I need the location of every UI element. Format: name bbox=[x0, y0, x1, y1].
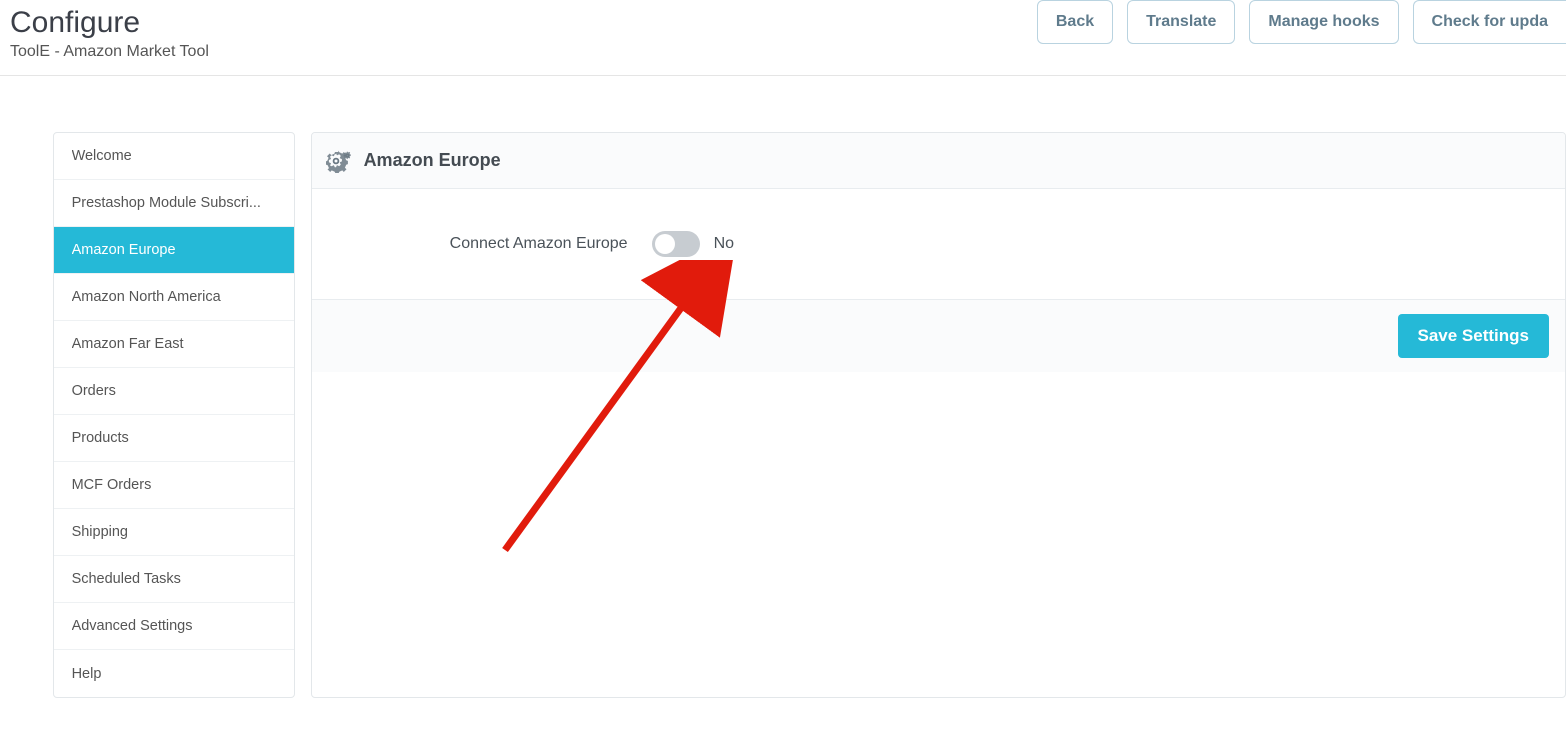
panel-title: Amazon Europe bbox=[364, 150, 501, 171]
sidebar-item-label: Shipping bbox=[72, 524, 276, 540]
sidebar-item-shipping[interactable]: Shipping bbox=[54, 509, 294, 556]
sidebar-item-welcome[interactable]: Welcome bbox=[54, 133, 294, 180]
sidebar-item-label: Amazon Europe bbox=[72, 242, 276, 258]
header-left: Configure ToolE - Amazon Market Tool bbox=[10, 0, 209, 61]
sidebar-item-label: Advanced Settings bbox=[72, 618, 276, 634]
sidebar-item-advanced-settings[interactable]: Advanced Settings bbox=[54, 603, 294, 650]
sidebar-item-mcf-orders[interactable]: MCF Orders bbox=[54, 462, 294, 509]
sidebar-item-label: Orders bbox=[72, 383, 276, 399]
translate-button[interactable]: Translate bbox=[1127, 0, 1235, 44]
sidebar: Welcome Prestashop Module Subscri... Amazo… bbox=[53, 132, 295, 698]
settings-panel: Amazon Europe Connect Amazon Europe No S… bbox=[311, 132, 1566, 698]
panel-header: Amazon Europe bbox=[312, 133, 1565, 189]
toggle-knob bbox=[655, 234, 675, 254]
sidebar-item-label: Amazon North America bbox=[72, 289, 276, 305]
sidebar-item-scheduled-tasks[interactable]: Scheduled Tasks bbox=[54, 556, 294, 603]
connect-amazon-europe-label: Connect Amazon Europe bbox=[312, 235, 652, 253]
panel-body: Connect Amazon Europe No bbox=[312, 189, 1565, 299]
back-button[interactable]: Back bbox=[1037, 0, 1113, 44]
sidebar-item-products[interactable]: Products bbox=[54, 415, 294, 462]
sidebar-item-label: MCF Orders bbox=[72, 477, 276, 493]
sidebar-item-label: Prestashop Module Subscri... bbox=[72, 195, 276, 211]
sidebar-item-amazon-far-east[interactable]: Amazon Far East bbox=[54, 321, 294, 368]
connect-amazon-europe-toggle[interactable] bbox=[652, 231, 700, 257]
toggle-value-label: No bbox=[714, 235, 734, 253]
page-subtitle: ToolE - Amazon Market Tool bbox=[10, 43, 209, 61]
panel-footer: Save Settings bbox=[312, 299, 1565, 372]
sidebar-item-label: Products bbox=[72, 430, 276, 446]
sidebar-item-orders[interactable]: Orders bbox=[54, 368, 294, 415]
sidebar-item-label: Amazon Far East bbox=[72, 336, 276, 352]
save-settings-button[interactable]: Save Settings bbox=[1398, 314, 1550, 358]
header-bar: Configure ToolE - Amazon Market Tool Bac… bbox=[0, 0, 1566, 76]
shell-inner: Welcome Prestashop Module Subscri... Amazo… bbox=[47, 94, 1566, 698]
sidebar-item-help[interactable]: Help bbox=[54, 650, 294, 697]
sidebar-item-prestashop-module-subscri[interactable]: Prestashop Module Subscri... bbox=[54, 180, 294, 227]
sidebar-item-amazon-europe[interactable]: Amazon Europe bbox=[54, 227, 294, 274]
main-shell: Welcome Prestashop Module Subscri... Amazo… bbox=[0, 76, 1566, 698]
header-actions: Back Translate Manage hooks Check for up… bbox=[1037, 0, 1566, 44]
manage-hooks-button[interactable]: Manage hooks bbox=[1249, 0, 1398, 44]
gears-icon bbox=[326, 149, 352, 173]
sidebar-item-label: Help bbox=[72, 666, 276, 682]
sidebar-item-amazon-north-america[interactable]: Amazon North America bbox=[54, 274, 294, 321]
sidebar-item-label: Scheduled Tasks bbox=[72, 571, 276, 587]
check-updates-button[interactable]: Check for upda bbox=[1413, 0, 1566, 44]
sidebar-item-label: Welcome bbox=[72, 148, 276, 164]
left-gutter bbox=[0, 76, 47, 698]
page-title: Configure bbox=[10, 6, 209, 39]
